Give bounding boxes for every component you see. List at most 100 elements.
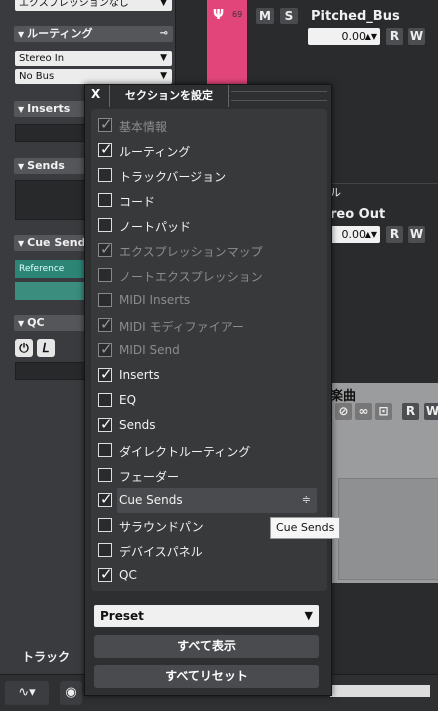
section-option-label: MIDI モディファイアー <box>119 320 244 334</box>
routing-input-select[interactable]: Stereo In ▼ <box>15 51 172 66</box>
section-option-label: 基本情報 <box>119 120 168 134</box>
mute-button[interactable]: M <box>256 8 274 24</box>
checkbox-unchecked[interactable] <box>98 443 112 457</box>
section-option[interactable]: ✓ 基本情報 <box>91 113 327 138</box>
horizontal-scrollbar[interactable] <box>330 685 430 697</box>
read-automation-button[interactable]: R <box>402 403 419 420</box>
checkbox-checked: ✓ <box>98 315 113 333</box>
checkbox-checked[interactable]: ✓ <box>98 415 113 433</box>
section-option-label: Inserts <box>119 368 160 382</box>
chevron-down-icon: ▼ <box>160 0 167 8</box>
drag-handle-icon[interactable]: ≑ <box>302 493 311 506</box>
checkbox-unchecked[interactable] <box>98 518 112 532</box>
expression-map-select[interactable]: エクスプレッションなし ▼ <box>15 0 172 11</box>
section-option[interactable]: フェーダー <box>91 463 327 488</box>
solo-button[interactable]: S <box>280 8 298 24</box>
section-setup-popup: X セクションを設定 ✓ 基本情報 ✓ ルーティングトラックバージョンコードノートパッ… <box>84 84 332 696</box>
routing-output-value: No Bus <box>19 71 55 82</box>
section-option[interactable]: コード <box>91 188 327 213</box>
show-all-button[interactable]: すべて表示 <box>94 635 319 658</box>
volume-value: 0.00 <box>341 228 367 241</box>
checkmark-icon: ✓ <box>100 365 113 383</box>
edit-in-place-icon[interactable]: ⊡ <box>375 403 392 420</box>
write-automation-button[interactable]: W <box>424 403 438 420</box>
checkbox-checked[interactable]: ✓ <box>98 365 113 383</box>
sends-section-title: Sends <box>27 159 65 172</box>
section-option[interactable]: ✓ ルーティング <box>91 138 327 163</box>
section-option[interactable]: ノートパッド <box>91 213 327 238</box>
reset-all-button[interactable]: すべてリセット <box>94 665 319 688</box>
checkbox-unchecked[interactable] <box>98 218 112 232</box>
section-option[interactable]: ✓ Cue Sends ≑ <box>98 488 317 513</box>
palette-icon[interactable]: ◉ <box>60 681 82 705</box>
popup-title: セクションを設定 <box>109 85 229 107</box>
waveform-menu-icon[interactable]: ∿▾ <box>5 681 49 705</box>
power-icon[interactable]: ⏻ <box>15 339 33 357</box>
section-option[interactable]: ノートエクスプレッション <box>91 263 327 288</box>
routing-section-header[interactable]: ▼ ルーティング ⊸ <box>14 26 173 42</box>
section-option-label: エクスプレッションマップ <box>119 245 263 259</box>
checkbox-unchecked <box>98 293 112 307</box>
link-icon[interactable]: ∞ <box>355 403 372 420</box>
section-option[interactable]: MIDI Inserts <box>91 288 327 313</box>
section-option[interactable]: デバイスパネル <box>91 538 327 563</box>
checkbox-unchecked[interactable] <box>98 543 112 557</box>
volume-field[interactable]: 0.00 ▲▼ <box>308 28 380 45</box>
qc-mode-icon[interactable]: 𝘓 <box>37 339 55 357</box>
checkbox-unchecked[interactable] <box>98 193 112 207</box>
routing-output-select[interactable]: No Bus ▼ <box>15 69 172 84</box>
write-automation-button[interactable]: W <box>408 28 425 45</box>
section-option-label: コード <box>119 195 156 209</box>
track-name[interactable]: 楽曲 <box>330 385 356 404</box>
checkmark-icon: ✓ <box>100 490 113 508</box>
read-automation-button[interactable]: R <box>386 28 403 45</box>
section-option-label: QC <box>119 568 137 582</box>
section-option[interactable]: ダイレクトルーティング <box>91 438 327 463</box>
checkbox-unchecked[interactable] <box>98 468 112 482</box>
section-option-label: EQ <box>119 393 137 407</box>
section-option[interactable]: ✓ MIDI Send <box>91 338 327 363</box>
track-name[interactable]: Pitched_Bus <box>311 9 400 24</box>
checkmark-icon: ✓ <box>100 315 113 333</box>
checkmark-icon: ✓ <box>100 565 113 583</box>
section-option[interactable]: ✓ MIDI モディファイアー <box>91 313 327 338</box>
tooltip: Cue Sends <box>270 517 341 539</box>
stepper-icon: ▲▼ <box>364 32 377 41</box>
inspector-tab-track[interactable]: トラック <box>22 648 70 665</box>
section-option[interactable]: ✓ QC <box>91 563 327 588</box>
section-option-label: サラウンドパン <box>119 520 204 534</box>
section-option-label: デバイスパネル <box>119 545 203 559</box>
checkmark-icon: ✓ <box>100 415 113 433</box>
collapse-triangle-icon: ▼ <box>18 162 25 171</box>
collapse-triangle-icon: ▼ <box>18 239 25 248</box>
checkbox-checked: ✓ <box>98 115 113 133</box>
section-option-label: MIDI Send <box>119 343 180 357</box>
checkbox-unchecked[interactable] <box>98 393 112 407</box>
section-option[interactable]: EQ <box>91 388 327 413</box>
folder-part[interactable] <box>338 478 438 580</box>
cue-sends-section-title: Cue Sends <box>27 236 92 249</box>
section-option-label: Sends <box>119 418 156 432</box>
section-option[interactable]: トラックバージョン <box>91 163 327 188</box>
checkbox-checked[interactable]: ✓ <box>98 140 113 158</box>
checkbox-checked[interactable]: ✓ <box>98 490 113 508</box>
checkbox-unchecked[interactable] <box>98 168 112 182</box>
section-option[interactable]: ✓ Sends <box>91 413 327 438</box>
track-number: 69 <box>232 10 243 19</box>
section-option[interactable]: ✓ Inserts <box>91 363 327 388</box>
write-automation-button[interactable]: W <box>408 226 425 243</box>
section-option-label: ノートエクスプレッション <box>119 270 263 284</box>
triangle-down-icon: ▼ <box>304 609 313 622</box>
read-automation-button[interactable]: R <box>386 226 403 243</box>
section-option-label: ルーティング <box>119 145 191 159</box>
checkbox-checked[interactable]: ✓ <box>98 565 113 583</box>
checkbox-checked: ✓ <box>98 340 113 358</box>
chevron-down-icon: ▼ <box>160 71 167 81</box>
collapse-triangle-icon: ▼ <box>18 319 25 328</box>
qc-section-title: QC <box>27 316 45 329</box>
edit-icon[interactable]: ⊘ <box>335 403 352 420</box>
track-name[interactable]: reo Out <box>330 207 385 222</box>
close-icon[interactable]: X <box>91 87 100 101</box>
preset-select[interactable]: Preset ▼ <box>94 605 319 627</box>
section-option[interactable]: ✓ エクスプレッションマップ <box>91 238 327 263</box>
